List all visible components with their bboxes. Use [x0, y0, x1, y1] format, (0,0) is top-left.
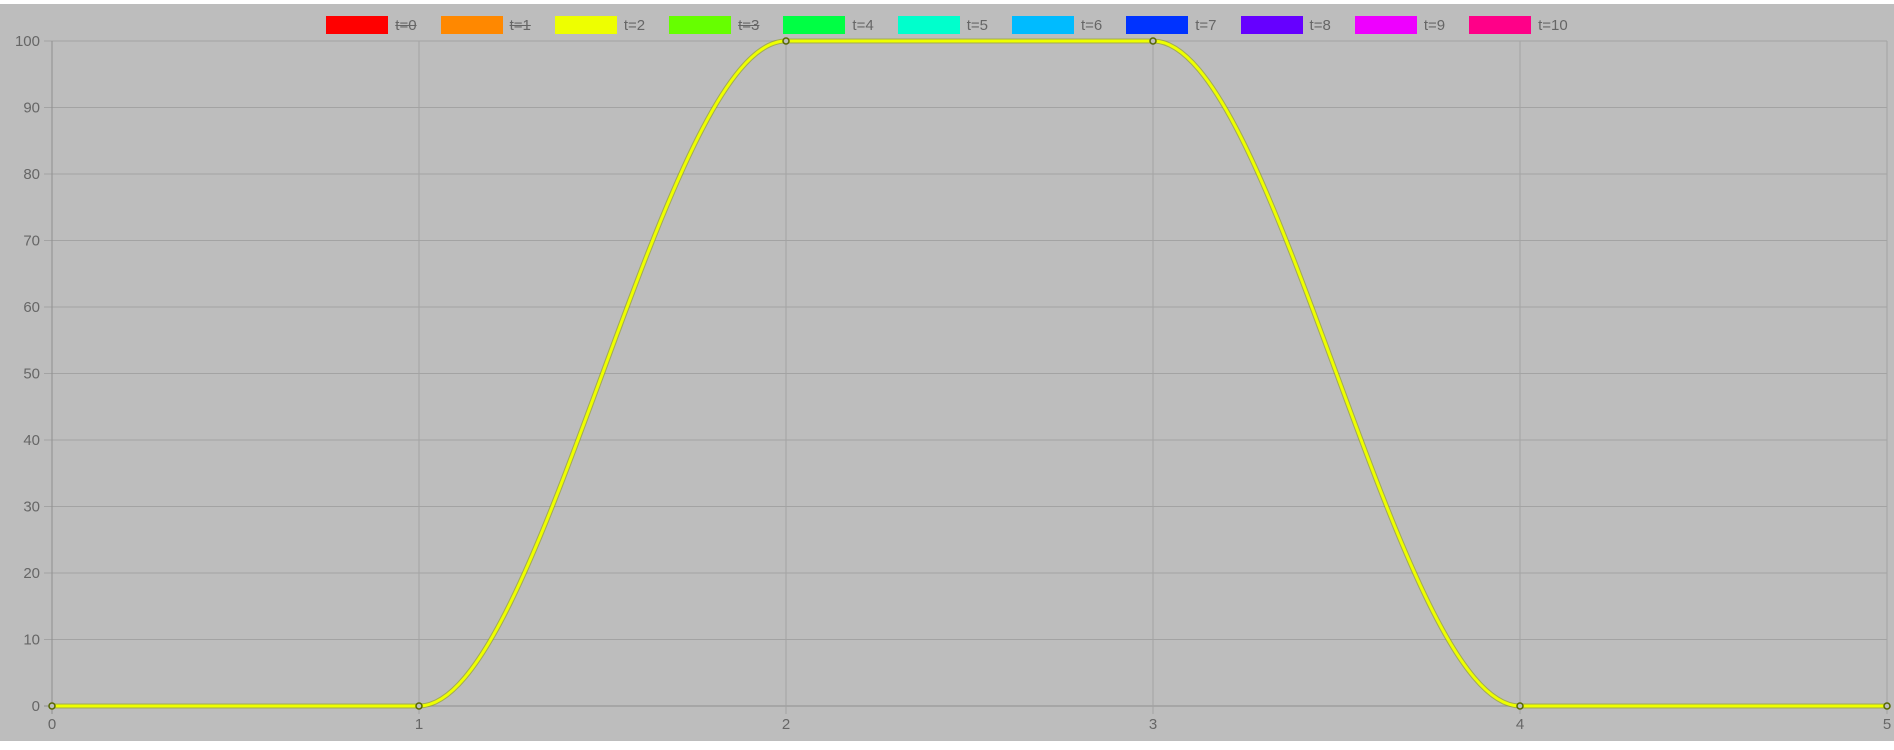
legend-item[interactable]: t=0	[326, 16, 417, 34]
data-point	[782, 37, 790, 45]
chart-panel: 0 10 20 30 40 50 60 70 80 90 100 0 1 2 3 4 5 t=0 t=1 t=2 t=…	[0, 4, 1894, 741]
legend-swatch	[1011, 16, 1074, 34]
y-tick-label: 30	[23, 499, 40, 516]
legend-swatch	[1354, 16, 1417, 34]
legend-label: t=0	[395, 16, 417, 34]
y-tick-label: 10	[23, 632, 40, 649]
legend-label: t=7	[1195, 16, 1217, 34]
axes: 0 10 20 30 40 50 60 70 80 90 100 0 1 2 3 4 5	[15, 33, 1891, 733]
legend-item[interactable]: t=8	[1240, 16, 1331, 34]
legend-item[interactable]: t=9	[1354, 16, 1446, 34]
x-tick-label: 1	[415, 716, 423, 733]
x-tick-label: 4	[1516, 716, 1524, 733]
legend-item[interactable]: t=4	[783, 16, 874, 34]
y-tick-label: 0	[32, 698, 40, 715]
x-tick-label: 0	[48, 716, 56, 733]
legend-swatch	[1469, 16, 1532, 34]
legend-item[interactable]: t=10	[1469, 16, 1568, 34]
legend-item[interactable]: t=6	[1011, 16, 1103, 34]
legend-label: t=1	[509, 16, 531, 34]
legend: t=0 t=1 t=2 t=3 t=4 t=5 t=6 t=7 t=8 t=9 t=10	[0, 16, 1894, 34]
x-tick-label: 2	[782, 716, 790, 733]
x-tick-label: 3	[1149, 716, 1157, 733]
y-tick-label: 20	[23, 565, 40, 582]
legend-swatch	[897, 16, 960, 34]
x-tick-label: 5	[1883, 716, 1891, 733]
legend-label: t=5	[966, 16, 988, 34]
y-tick-label: 70	[23, 233, 40, 250]
legend-item[interactable]: t=7	[1126, 16, 1217, 34]
y-tick-label: 60	[23, 299, 40, 316]
legend-swatch	[783, 16, 846, 34]
legend-label: t=9	[1423, 16, 1446, 34]
y-tick-label: 90	[23, 100, 40, 117]
legend-label: t=8	[1309, 16, 1331, 34]
legend-label: t=3	[738, 16, 760, 34]
data-point	[1149, 37, 1157, 45]
legend-swatch	[1240, 16, 1303, 34]
y-tick-label: 40	[23, 432, 40, 449]
data-point	[1516, 702, 1524, 710]
legend-item[interactable]: t=3	[669, 16, 759, 34]
legend-label: t=6	[1080, 16, 1103, 34]
data-point	[48, 702, 56, 710]
grid	[44, 40, 1888, 714]
data-point	[415, 702, 423, 710]
y-tick-label: 50	[23, 366, 40, 383]
legend-item[interactable]: t=5	[897, 16, 988, 34]
line-chart: 0 10 20 30 40 50 60 70 80 90 100 0 1 2 3 4 5	[15, 33, 1891, 733]
legend-label: t=2	[623, 16, 646, 34]
legend-item[interactable]: t=2	[554, 16, 646, 34]
legend-item[interactable]: t=1	[440, 16, 531, 34]
legend-swatch	[554, 16, 617, 34]
legend-swatch	[1126, 16, 1189, 34]
legend-swatch	[669, 16, 732, 34]
legend-label: t=4	[852, 16, 874, 34]
legend-label: t=10	[1538, 16, 1568, 34]
data-point	[1883, 702, 1891, 710]
legend-swatch	[440, 16, 503, 34]
y-tick-label: 100	[15, 33, 40, 50]
legend-swatch	[326, 16, 389, 34]
y-tick-label: 80	[23, 166, 40, 183]
